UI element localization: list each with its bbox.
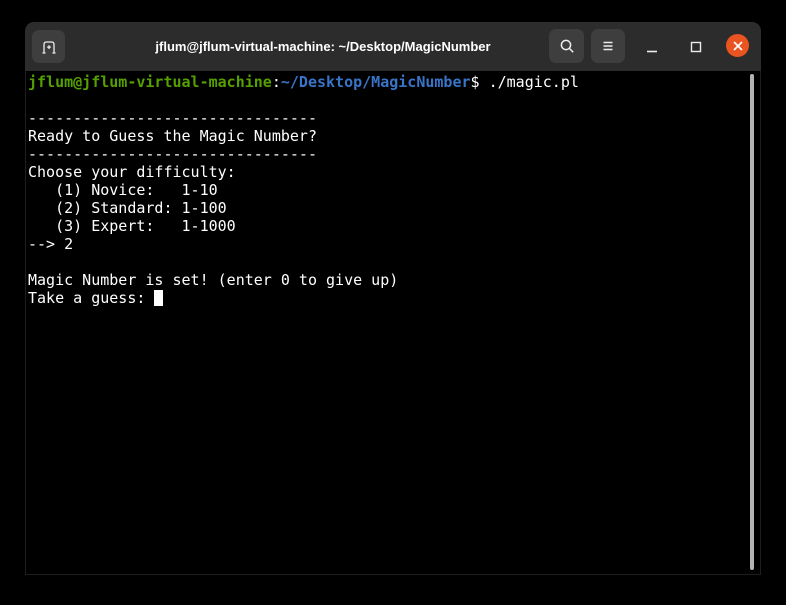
scrollbar[interactable] bbox=[750, 74, 754, 570]
search-button[interactable] bbox=[549, 29, 584, 63]
terminal-line: -------------------------------- bbox=[28, 109, 760, 127]
terminal-text: jflum@jflum-virtual-machine bbox=[28, 73, 272, 91]
hamburger-menu-icon bbox=[599, 37, 617, 55]
new-tab-icon bbox=[40, 38, 58, 56]
terminal-line: (1) Novice: 1-10 bbox=[28, 181, 760, 199]
terminal-text: Magic Number is set! (enter 0 to give up… bbox=[28, 271, 399, 289]
minimize-button[interactable] bbox=[640, 35, 664, 59]
terminal-line: Take a guess: bbox=[28, 289, 760, 307]
minimize-icon bbox=[645, 40, 659, 54]
new-tab-button[interactable] bbox=[32, 30, 65, 63]
terminal-output[interactable]: jflum@jflum-virtual-machine:~/Desktop/Ma… bbox=[25, 71, 761, 575]
terminal-text: Ready to Guess the Magic Number? bbox=[28, 127, 317, 145]
terminal-text: -------------------------------- bbox=[28, 109, 317, 127]
desktop-background: jflum@jflum-virtual-machine: ~/Desktop/M… bbox=[0, 0, 786, 605]
terminal-line: Ready to Guess the Magic Number? bbox=[28, 127, 760, 145]
terminal-text: Take a guess: bbox=[28, 289, 155, 307]
close-button[interactable] bbox=[726, 34, 749, 57]
terminal-line: jflum@jflum-virtual-machine:~/Desktop/Ma… bbox=[28, 73, 760, 91]
terminal-text: (1) Novice: 1-10 bbox=[28, 181, 218, 199]
menu-button[interactable] bbox=[591, 29, 625, 63]
search-icon bbox=[558, 37, 576, 55]
terminal-line: --> 2 bbox=[28, 235, 760, 253]
terminal-text: $ ./magic.pl bbox=[470, 73, 579, 91]
terminal-text: (2) Standard: 1-100 bbox=[28, 199, 227, 217]
terminal-text: --> 2 bbox=[28, 235, 74, 253]
terminal-text: : bbox=[271, 73, 281, 91]
maximize-button[interactable] bbox=[684, 35, 708, 59]
terminal-line: Magic Number is set! (enter 0 to give up… bbox=[28, 271, 760, 289]
terminal-text: -------------------------------- bbox=[28, 145, 317, 163]
terminal-line: Choose your difficulty: bbox=[28, 163, 760, 181]
titlebar[interactable]: jflum@jflum-virtual-machine: ~/Desktop/M… bbox=[25, 22, 761, 71]
terminal-text: ~/Desktop/MagicNumber bbox=[280, 73, 471, 91]
terminal-line: (2) Standard: 1-100 bbox=[28, 199, 760, 217]
terminal-cursor bbox=[154, 290, 164, 306]
terminal-text: Choose your difficulty: bbox=[28, 163, 236, 181]
terminal-line: -------------------------------- bbox=[28, 145, 760, 163]
terminal-lines: jflum@jflum-virtual-machine:~/Desktop/Ma… bbox=[28, 73, 760, 307]
terminal-window: jflum@jflum-virtual-machine: ~/Desktop/M… bbox=[25, 22, 761, 575]
window-title: jflum@jflum-virtual-machine: ~/Desktop/M… bbox=[155, 39, 491, 54]
terminal-line: (3) Expert: 1-1000 bbox=[28, 217, 760, 235]
close-icon bbox=[732, 40, 744, 52]
terminal-text: (3) Expert: 1-1000 bbox=[28, 217, 236, 235]
maximize-icon bbox=[689, 40, 703, 54]
